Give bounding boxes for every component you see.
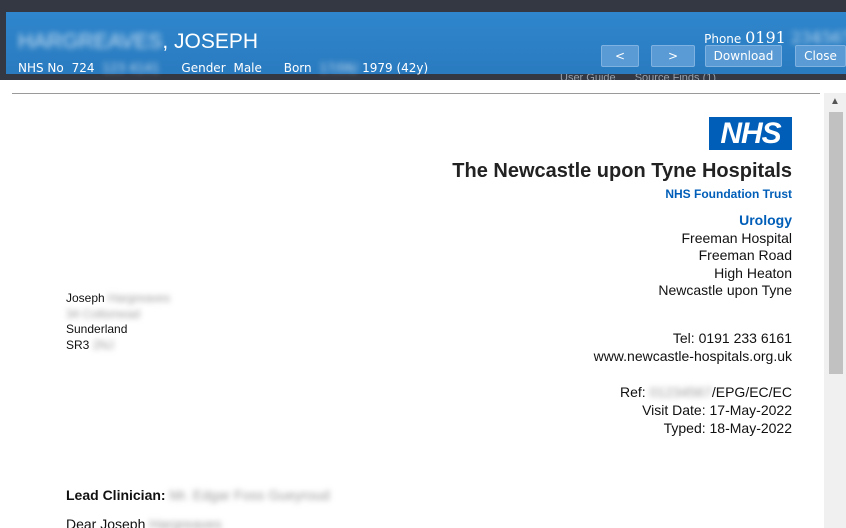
vertical-scrollbar[interactable]: ▲ [824,93,846,528]
lead-clinician-label: Lead Clinician: [66,487,166,503]
address-line: Newcastle upon Tyne [658,282,792,298]
download-button[interactable]: Download [705,45,782,67]
address-line: High Heaton [714,264,792,281]
lead-clinician: Lead Clinician: Mr. Edgar Foss Gueyroud [66,487,330,503]
recipient-name: Joseph Hargreaves [66,291,170,307]
visit-date: Visit Date: 17-May-2022 [642,402,792,418]
document-viewer[interactable]: NHS The Newcastle upon Tyne Hospitals NH… [6,80,846,528]
next-document-button[interactable]: > [651,45,695,67]
born-redacted: 17/06/ [319,61,359,75]
born-year-age: 1979 (42y) [362,61,429,75]
reference-redacted: 01234567 [649,384,712,400]
reference-suffix: /EPG/EC/EC [711,384,792,400]
triangle-up-icon[interactable]: ▲ [828,95,842,109]
close-button[interactable]: Close [795,45,846,67]
recipient-surname-redacted: Hargreaves [108,291,171,305]
patient-details: NHS No 724 123 4141 Gender Male Born 17/… [18,61,432,75]
lead-clinician-redacted: Mr. Edgar Foss Gueyroud [169,487,330,503]
recipient-postcode: SR3 2NJ [66,338,170,354]
recipient-first-name: Joseph [66,291,105,305]
address-line: Freeman Hospital [681,229,793,246]
recipient-street-redacted: 34 Coltsmead [66,306,141,321]
recipient-address: Joseph Hargreaves 34 Coltsmead Sunderlan… [66,291,170,353]
phone-label: Phone [704,32,742,46]
typed-date: Typed: 18-May-2022 [663,420,792,436]
postcode-visible: SR3 [66,337,90,352]
department-name: Urology [739,212,792,228]
salutation: Dear Joseph Hargreaves [66,516,222,528]
trust-name: The Newcastle upon Tyne Hospitals [452,160,792,182]
reference-block: Ref: 01234567/EPG/EC/EC Visit Date: 17-M… [620,383,792,437]
postcode-redacted: 2NJ [92,337,115,352]
recipient-town: Sunderland [66,322,128,336]
patient-forename: , JOSEPH [162,30,259,53]
trust-subtitle: NHS Foundation Trust [665,187,792,201]
gender-label: Gender [181,61,226,75]
previous-document-button[interactable]: < [601,45,639,67]
address-line: Freeman Road [698,247,792,263]
nhs-logo: NHS [709,117,792,150]
salutation-redacted: Hargreaves [149,516,222,528]
sender-address: Urology Freeman Hospital Freeman Road Hi… [658,212,792,300]
salutation-text: Dear Joseph [66,516,146,528]
scrollbar-thumb[interactable] [829,112,843,374]
gender-value: Male [233,61,262,75]
nhs-number-visible: 724 [71,61,95,75]
contact-details: Tel: 0191 233 6161 www.newcastle-hospita… [594,329,792,365]
patient-surname-redacted: HARGREAVES [18,30,163,53]
born-label: Born [283,61,312,75]
reference-label: Ref: [619,384,646,400]
document-top-divider [12,93,820,94]
nhs-number-redacted: 123 4141 [102,61,160,75]
nhs-number-label: NHS No [18,61,64,75]
reference-line: Ref: 01234567/EPG/EC/EC [620,383,792,401]
telephone-number: Tel: 0191 233 6161 [672,330,792,346]
patient-header: User Guide Source Finds (1) HARGREAVES, … [0,0,846,80]
patient-name: HARGREAVES, JOSEPH [18,30,258,54]
website-address: www.newcastle-hospitals.org.uk [593,348,792,364]
